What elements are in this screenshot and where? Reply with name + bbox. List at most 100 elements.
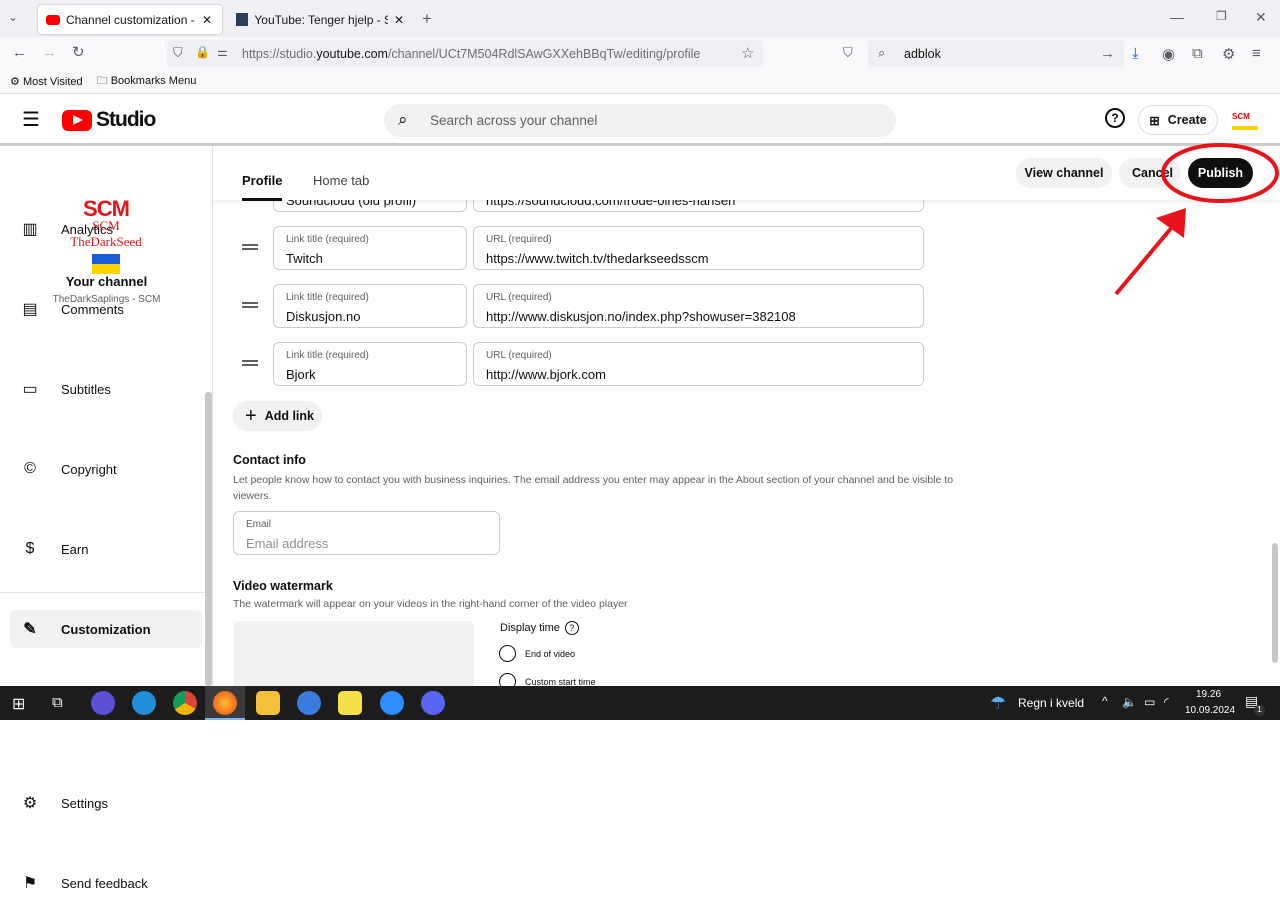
clock-time[interactable]: 19.26 [1196,689,1221,700]
sidebar: SCM SCM TheDarkSeed Your channel TheDark… [0,146,213,892]
file-explorer-icon[interactable] [256,691,280,715]
ukraine-flag-icon [92,254,120,274]
battery-icon[interactable]: ▭ [1144,695,1155,709]
bookmark-bookmarks-menu[interactable]: 🗀 Bookmarks Menu [97,72,197,91]
hamburger-menu-icon[interactable]: ☰ [22,107,40,132]
close-tab-icon[interactable]: ✕ [202,13,212,27]
link-title-field[interactable]: Link title (required) Bjork [273,342,467,386]
help-icon[interactable]: ? [1105,108,1125,128]
windows-start-icon[interactable]: ⊞ [12,694,25,714]
link-url-field[interactable]: URL (required) https://www.twitch.tv/thed… [473,226,924,270]
folder-icon: 🗀 [96,75,108,87]
settings-icon: ⚙ [22,795,38,812]
browser-tab[interactable]: YouTube: Tenger hjelp - Side 2 - ✕ [228,5,412,34]
sidebar-item-subtitles[interactable]: ▭ Subtitles [10,370,202,408]
permissions-icon[interactable]: ⚌ [217,45,228,59]
studio-logo[interactable]: Studio [62,108,156,132]
pocket-icon[interactable]: ⛉ [843,45,853,61]
radio-icon [499,645,516,662]
field-label: Link title (required) [286,234,369,245]
channel-search-input[interactable]: ⌕ Search across your channel [384,104,896,137]
volume-icon[interactable]: 🔈 [1122,695,1137,709]
tab-home[interactable]: Home tab [313,173,369,188]
windows-taskbar: ⊞ ⧉ ☂ Regn i kveld ^ 🔈 ▭ ◜ 19.26 10.09.2… [0,686,1280,720]
create-button[interactable]: ⊞ Create [1138,105,1218,135]
lock-icon[interactable]: 🔒 [195,45,210,59]
chrome-icon[interactable] [173,691,197,715]
drag-handle-icon[interactable] [242,360,258,366]
forward-icon[interactable]: → [42,44,57,61]
video-watermark-description: The watermark will appear on your videos… [233,598,628,610]
drag-handle-icon[interactable] [242,302,258,308]
subtitles-icon: ▭ [22,381,38,398]
reload-icon[interactable]: ↻ [72,43,85,61]
close-tab-icon[interactable]: ✕ [394,13,404,27]
sidebar-item-label: Earn [61,541,89,557]
link-title-field[interactable]: Link title (required) Twitch [273,226,467,270]
zoom-icon[interactable] [380,691,404,715]
tab-profile[interactable]: Profile [242,173,283,201]
email-placeholder: Email address [246,536,329,551]
shield-icon[interactable]: ⛉ [173,45,183,61]
link-url-field[interactable]: URL (required) http://www.diskusjon.no/in… [473,284,924,328]
main-scrollbar[interactable] [1272,543,1278,663]
downloads-icon[interactable]: ⤓ [1132,45,1139,62]
settings-icon[interactable]: ⚙ [1222,45,1235,63]
sidebar-item-label: Settings [61,795,108,811]
task-view-icon[interactable]: ⧉ [52,694,63,711]
menu-icon[interactable]: ≡ [1252,45,1261,62]
tray-chevron-icon[interactable]: ^ [1102,694,1108,708]
weather-text[interactable]: Regn i kveld [1018,696,1084,710]
avatar[interactable]: SCM [1232,112,1258,130]
youtube-logo-icon [62,109,92,131]
drag-handle-icon[interactable] [242,244,258,250]
wifi-icon[interactable]: ◜ [1164,695,1169,709]
link-url-field[interactable]: URL (required) http://www.bjork.com [473,342,924,386]
sidebar-item-analytics[interactable]: ▥ Analytics [10,210,202,248]
sticky-notes-icon[interactable] [338,691,362,715]
account-icon[interactable]: ◉ [1162,45,1175,63]
bookmark-most-visited[interactable]: ⚙ Most Visited [10,75,83,88]
tab-list-chevron-icon[interactable]: ⌄ [8,10,18,24]
email-field[interactable]: Email Email address [233,511,500,555]
publish-button[interactable]: Publish [1188,158,1253,188]
browser-tab-active[interactable]: Channel customization - YouTube ✕ [38,5,222,34]
link-title-field[interactable]: Link title (required) Diskusjon.no [273,284,467,328]
view-channel-button[interactable]: View channel [1016,158,1112,188]
discord-icon[interactable] [421,691,445,715]
sidebar-item-earn[interactable]: $ Earn [10,530,202,568]
field-label: URL (required) [486,234,552,245]
extensions-icon[interactable]: ⧉ [1192,45,1203,62]
new-tab-icon[interactable]: + [422,9,432,29]
app-icon[interactable] [91,691,115,715]
contact-info-heading: Contact info [233,453,306,467]
radio-end-of-video[interactable]: End of video [499,645,575,662]
field-value: Bjork [286,367,316,382]
create-label: Create [1167,113,1207,127]
analytics-icon: ▥ [22,221,38,238]
cancel-button[interactable]: Cancel [1119,158,1181,188]
edge-icon[interactable] [132,691,156,715]
add-link-button[interactable]: + Add link [233,401,322,431]
sidebar-item-customization[interactable]: ✎ Customization [10,610,202,648]
restore-icon[interactable]: ❐ [1216,9,1227,23]
sidebar-item-comments[interactable]: ▤ Comments [10,290,202,328]
go-arrow-icon[interactable]: → [1100,45,1115,62]
firefox-active-taskbar[interactable] [205,686,245,720]
url-prefix: https://studio. [242,46,317,61]
bookmark-star-icon[interactable]: ☆ [741,44,754,62]
close-window-icon[interactable]: ✕ [1255,9,1267,26]
sidebar-item-settings[interactable]: ⚙ Settings [10,784,202,822]
minimize-icon[interactable]: — [1170,9,1184,25]
search-icon: ⌕ [398,110,408,129]
app-icon[interactable] [297,691,321,715]
clock-date[interactable]: 10.09.2024 [1185,705,1235,716]
browser-search-input[interactable]: ⌕ adblok → [868,40,1124,67]
sidebar-item-copyright[interactable]: © Copyright [10,450,202,488]
copyright-icon: © [24,460,36,477]
sidebar-item-send-feedback[interactable]: ⚑ Send feedback [10,864,202,902]
back-icon[interactable]: ← [12,44,27,61]
url-bar[interactable]: ⛉ 🔒 ⚌ https://studio. youtube.com/channel… [167,40,763,67]
sidebar-scrollbar[interactable] [205,392,212,686]
help-icon[interactable]: ? [564,621,579,635]
